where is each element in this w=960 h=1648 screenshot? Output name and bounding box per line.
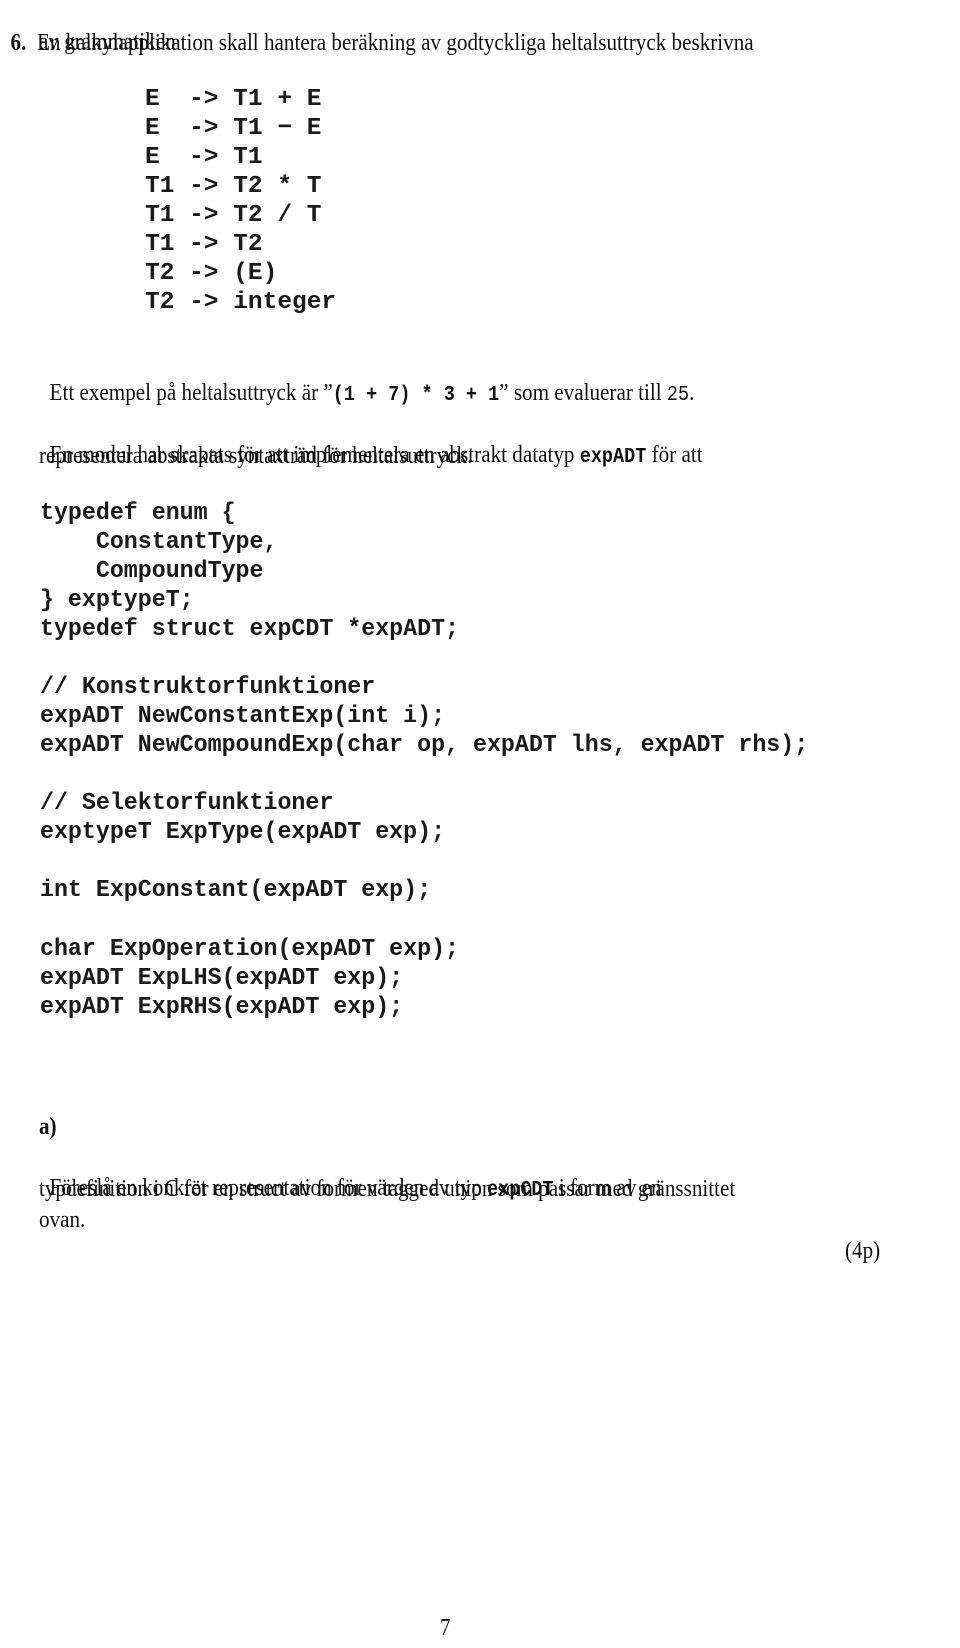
part-a-line3: ovan. [39,1207,86,1233]
grammar-rule: E -> T1 − E [145,115,322,142]
points-label: (4p) [845,1238,881,1264]
code-line: exptypeT ExpType(expADT exp); [40,819,446,846]
grammar-rule: T2 -> integer [145,289,337,316]
module-text-suffix: för att [646,442,703,468]
open-quote: ” [323,380,333,406]
code-line: char ExpOperation(expADT exp); [40,936,460,963]
part-a-line2: typdefinition i C för en struct av forme… [39,1176,736,1202]
grammar-rule: T1 -> T2 [145,231,263,258]
example-expression: (1 + 7) * 3 + 1 [332,384,500,407]
example-sentence: Ett exempel på heltalsuttryck är ”(1 + 7… [39,348,695,411]
code-line: typedef enum { [40,500,236,527]
code-comment: // Selektorfunktioner [40,790,334,817]
question-number: 6. [10,30,27,56]
grammar-rule: T1 -> T2 * T [145,173,322,200]
grammar-rule: E -> T1 + E [145,86,322,113]
part-a-label: a) [39,1114,57,1140]
code-line: expADT ExpLHS(expADT exp); [40,965,404,992]
code-line: } exptypeT; [40,587,194,614]
question-intro-line2: av grammatiken [39,29,176,55]
code-line: expADT NewConstantExp(int i); [40,703,446,730]
grammar-rule: T1 -> T2 / T [145,202,322,229]
module-line2: representera abstrakta syntaxträd för he… [39,443,473,469]
example-suffix: . [689,380,695,406]
code-line: expADT ExpRHS(expADT exp); [40,994,404,1021]
grammar-rule: T2 -> (E) [145,260,278,287]
code-line: ConstantType, [40,529,278,556]
grammar-rule: E -> T1 [145,144,263,171]
page-number: 7 [440,1615,451,1641]
code-line: CompoundType [40,558,264,585]
code-line: expADT NewCompoundExp(char op, expADT lh… [40,732,809,759]
type-name-expADT: expADT [579,446,647,469]
code-line: typedef struct expCDT *expADT; [40,616,460,643]
close-quote: ” [499,380,509,406]
code-comment: // Konstruktorfunktioner [40,674,376,701]
example-prefix: Ett exempel på heltalsuttryck är [49,380,324,406]
code-line: int ExpConstant(expADT exp); [40,877,432,904]
example-result: 25 [666,384,690,407]
example-middle: som evaluerar till [508,380,667,406]
